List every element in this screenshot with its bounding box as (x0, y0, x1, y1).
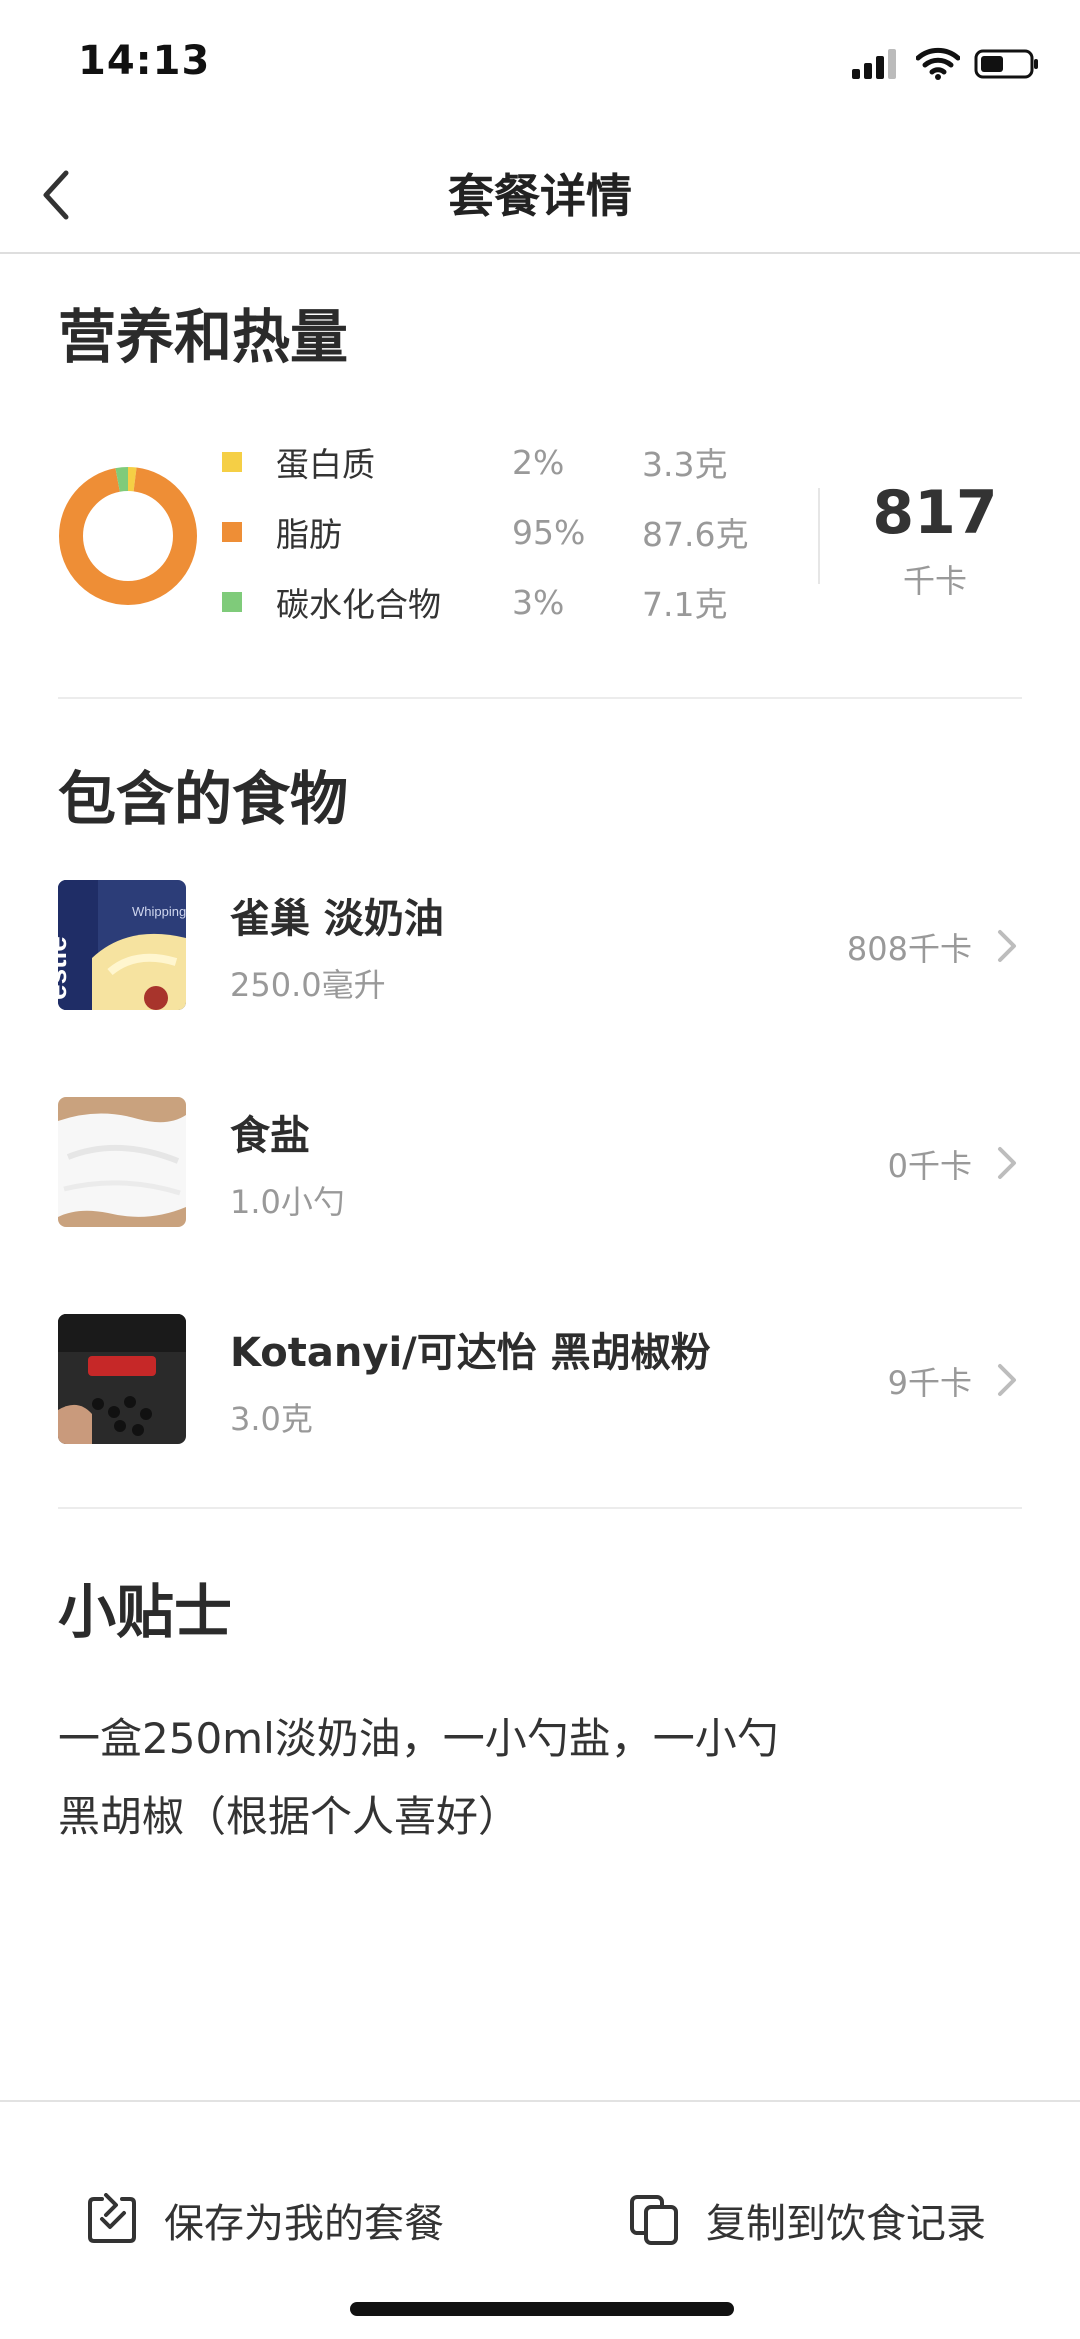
tips-title: 小贴士 (58, 1578, 233, 1646)
page-title: 套餐详情 (448, 169, 632, 223)
food-calories: 808千卡 (846, 930, 972, 968)
chevron-right-icon (998, 1147, 1016, 1179)
copy-button-label: 复制到饮食记录 (706, 2201, 986, 2247)
carbs-percent: 3% (512, 582, 565, 622)
food-amount: 1.0小勺 (230, 1183, 345, 1221)
nutrition-title: 营养和热量 (58, 303, 349, 371)
legend-row-protein: 蛋白质 2% 3.3克 (222, 432, 727, 492)
battery-icon (974, 49, 1038, 79)
section-divider (58, 697, 1022, 699)
chevron-right-icon (998, 930, 1016, 962)
svg-text:Whipping Cream: Whipping Cream (132, 904, 186, 919)
wifi-icon (916, 47, 960, 80)
fat-color-dot (222, 522, 242, 542)
carbs-label: 碳水化合物 (276, 585, 441, 624)
food-name: 雀巢 淡奶油 (230, 896, 444, 942)
status-time: 14:13 (78, 38, 211, 84)
svg-text:estle: estle (58, 936, 72, 1000)
calorie-unit: 千卡 (902, 562, 967, 600)
food-amount: 250.0毫升 (230, 966, 386, 1004)
save-button-label: 保存为我的套餐 (164, 2201, 444, 2247)
legend-row-carbs: 碳水化合物 3% 7.1克 (222, 572, 727, 632)
tip-text: 一盒250ml淡奶油，一小勺盐，一小勺 黑胡椒（根据个人喜好） (58, 1700, 1018, 1856)
food-amount: 3.0克 (230, 1400, 313, 1438)
protein-color-dot (222, 452, 242, 472)
protein-label: 蛋白质 (276, 445, 375, 484)
copy-to-diet-log-button[interactable]: 复制到饮食记录 (628, 2180, 986, 2260)
status-icons (852, 44, 1040, 84)
food-calories: 0千卡 (887, 1147, 972, 1185)
donut-segment-1 (59, 467, 197, 605)
chevron-right-icon (998, 1364, 1016, 1396)
save-as-my-meal-button[interactable]: 保存为我的套餐 (86, 2180, 444, 2260)
fat-percent: 95% (512, 512, 586, 552)
total-calories: 817 (872, 478, 998, 548)
salt-image (58, 1097, 186, 1227)
bottom-bar-divider (0, 2100, 1080, 2102)
copy-icon (630, 2195, 678, 2245)
fat-amount: 87.6克 (642, 515, 749, 554)
nutrition-donut-chart (59, 467, 197, 605)
carbs-color-dot (222, 592, 242, 612)
nav-divider (0, 252, 1080, 254)
carbs-amount: 7.1克 (642, 585, 728, 624)
whipping-cream-image: estle Whipping Cream (58, 880, 186, 1010)
legend-row-fat: 脂肪 95% 87.6克 (222, 502, 748, 562)
food-item-whipping-cream[interactable]: estle Whipping Cream 雀巢 淡奶油 250.0毫升 808千… (58, 880, 1022, 1012)
tip-line-1: 一盒250ml淡奶油，一小勺盐，一小勺 (58, 1714, 779, 1763)
black-pepper-image (58, 1314, 186, 1444)
food-item-salt[interactable]: 食盐 1.0小勺 0千卡 (58, 1097, 1022, 1229)
food-name: 食盐 (230, 1113, 310, 1159)
section-divider (58, 1507, 1022, 1509)
food-name: Kotanyi/可达怡 黑胡椒粉 (230, 1330, 711, 1376)
food-item-black-pepper[interactable]: Kotanyi/可达怡 黑胡椒粉 3.0克 9千卡 (58, 1314, 1022, 1446)
foods-title: 包含的食物 (58, 765, 349, 833)
calorie-separator (818, 488, 820, 584)
tip-line-2: 黑胡椒（根据个人喜好） (58, 1792, 521, 1841)
fat-label: 脂肪 (276, 515, 342, 554)
save-meal-icon (88, 2193, 136, 2243)
signal-icon (852, 49, 896, 79)
home-indicator (350, 2302, 734, 2316)
food-calories: 9千卡 (887, 1364, 972, 1402)
protein-amount: 3.3克 (642, 445, 728, 484)
protein-percent: 2% (512, 442, 565, 482)
